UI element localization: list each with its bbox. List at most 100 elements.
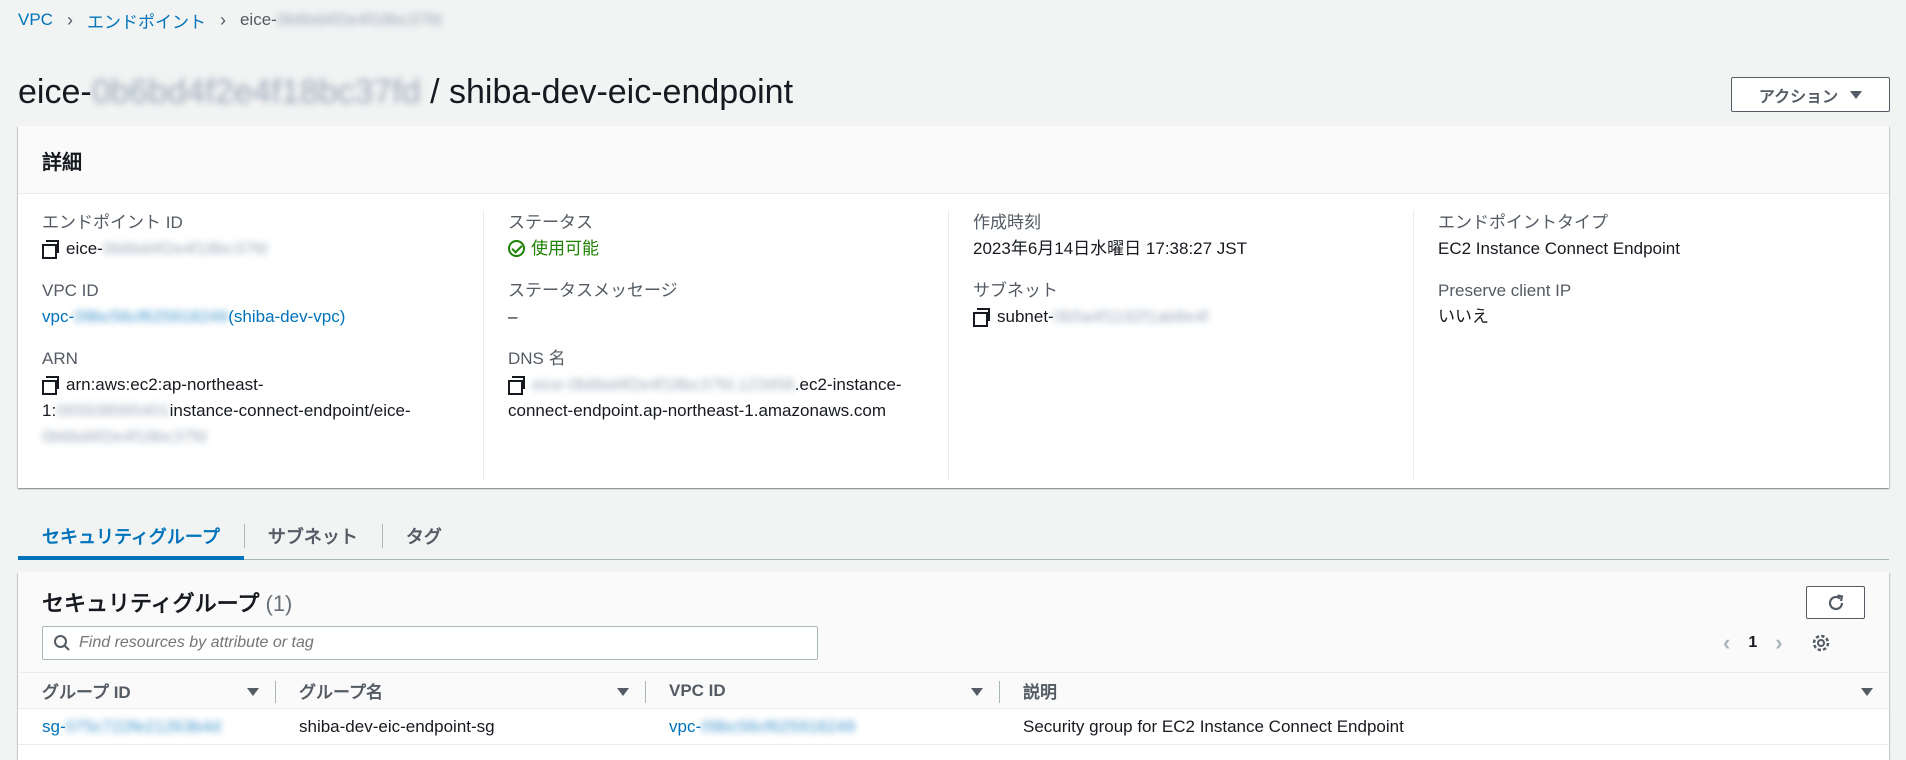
vpc-id-prefix[interactable]: vpc- [42, 307, 74, 326]
sort-icon[interactable] [247, 688, 259, 696]
breadcrumb-vpc-link[interactable]: VPC [18, 10, 53, 30]
endpoint-type-value: EC2 Instance Connect Endpoint [1438, 239, 1680, 258]
status-message-label: ステータスメッセージ [508, 281, 678, 300]
tabs: セキュリティグループ サブネット タグ [18, 512, 1889, 560]
status-value: 使用可能 [508, 236, 924, 262]
check-circle-icon [508, 240, 525, 257]
chevron-right-icon: › [219, 9, 226, 30]
refresh-icon [1828, 593, 1843, 610]
tab-subnets[interactable]: サブネット [243, 512, 382, 559]
refresh-button[interactable] [1806, 586, 1865, 619]
redacted-id: 0b6bd4f2e4f18bc37fd [91, 73, 421, 111]
vpc-name[interactable]: (shiba-dev-vpc) [228, 307, 345, 326]
sort-icon[interactable] [1861, 688, 1873, 696]
cell-group-id[interactable]: sg-075c722fe21263b4d [18, 708, 275, 745]
arn-part-1: arn:aws:ec2:ap-northeast- [66, 375, 264, 394]
endpoint-type-label: エンドポイントタイプ [1438, 213, 1608, 232]
group-id-prefix[interactable]: sg- [42, 717, 66, 736]
column-label: VPC ID [669, 680, 726, 700]
details-column-3: 作成時刻 2023年6月14日水曜日 17:38:27 JST サブネット su… [948, 210, 1413, 480]
tab-security-groups[interactable]: セキュリティグループ [18, 512, 244, 560]
endpoint-id-label: エンドポイント ID [42, 213, 183, 232]
endpoint-id-field: エンドポイント ID eice-0b6bd4f2e4f18bc37fd [42, 210, 459, 262]
page-title: eice-0b6bd4f2e4f18bc37fd / shiba-dev-eic… [18, 73, 793, 112]
title-prefix: eice- [18, 73, 92, 111]
redacted-id: 0b5a4f1192f1ab8e4f [1053, 307, 1209, 326]
table-header-row: グループ ID グループ名 VPC ID 説明 [18, 672, 1889, 709]
current-page[interactable]: 1 [1748, 634, 1757, 652]
security-groups-header: セキュリティグループ (1) ‹ 1 › [18, 572, 1889, 672]
details-header: 詳細 [18, 126, 1889, 194]
created-value: 2023年6月14日水曜日 17:38:27 JST [973, 239, 1248, 258]
redacted-id: 0b6bd4f2e4f18bc37fd [42, 427, 207, 446]
caret-down-icon [1850, 90, 1863, 99]
arn-part-2-prefix: 1: [42, 401, 57, 420]
status-text: 使用可能 [531, 239, 599, 258]
dns-suffix-1: .ec2-instance- [794, 375, 902, 394]
status-label: ステータス [508, 213, 593, 232]
endpoint-id-value: eice-0b6bd4f2e4f18bc37fd [42, 236, 459, 262]
copy-icon[interactable] [42, 240, 59, 259]
vpc-id-link[interactable]: vpc-09bc56cf625918249(shiba-dev-vpc) [42, 304, 459, 330]
arn-value: arn:aws:ec2:ap-northeast- 1:065938565401… [42, 372, 459, 450]
vpc-id-field: VPC ID vpc-09bc56cf625918249(shiba-dev-v… [42, 278, 459, 330]
column-label: 説明 [1023, 683, 1057, 702]
actions-dropdown-button[interactable]: アクション [1731, 77, 1890, 112]
copy-icon[interactable] [508, 376, 525, 395]
gear-icon[interactable] [1811, 633, 1831, 653]
breadcrumb-endpoints-link[interactable]: エンドポイント [87, 8, 206, 33]
cell-vpc-id[interactable]: vpc-09bc56cf625918249 [645, 708, 999, 745]
copy-icon[interactable] [973, 308, 990, 327]
preserve-ip-field: Preserve client IP いいえ [1438, 278, 1854, 330]
arn-label: ARN [42, 349, 78, 368]
details-columns: エンドポイント ID eice-0b6bd4f2e4f18bc37fd VPC … [18, 194, 1889, 480]
redacted-id[interactable]: 075c722fe21263b4d [66, 717, 221, 737]
previous-page-icon[interactable]: ‹ [1723, 630, 1730, 656]
details-column-1: エンドポイント ID eice-0b6bd4f2e4f18bc37fd VPC … [18, 210, 483, 480]
subnet-label: サブネット [973, 281, 1058, 300]
column-header-group-name[interactable]: グループ名 [275, 672, 645, 709]
details-column-2: ステータス 使用可能 ステータスメッセージ – DNS 名 eice-0b6bd… [483, 210, 948, 480]
redacted-id[interactable]: 09bc56cf625918249 [701, 717, 855, 737]
details-panel: 詳細 エンドポイント ID eice-0b6bd4f2e4f18bc37fd V… [18, 126, 1889, 488]
security-groups-table: グループ ID グループ名 VPC ID 説明 sg-075c722fe2126… [18, 672, 1889, 745]
vpc-id-prefix[interactable]: vpc- [669, 717, 701, 736]
preserve-ip-value: いいえ [1438, 307, 1489, 326]
security-groups-panel: セキュリティグループ (1) ‹ 1 › グループ ID グループ名 VPC I… [18, 572, 1889, 760]
subnet-prefix: subnet- [997, 307, 1054, 326]
created-label: 作成時刻 [973, 213, 1041, 232]
dns-label: DNS 名 [508, 349, 566, 368]
subnet-value: subnet-0b5a4f1192f1ab8e4f [973, 304, 1389, 330]
subnet-field: サブネット subnet-0b5a4f1192f1ab8e4f [973, 278, 1389, 330]
endpoint-type-field: エンドポイントタイプ EC2 Instance Connect Endpoint [1438, 210, 1854, 262]
dns-value: eice-0b6bd4f2e4f18bc37fd.123456.ec2-inst… [508, 372, 924, 424]
breadcrumb: VPC › エンドポイント › eice-0b6bd4f2e4f18bc37fd [18, 8, 441, 32]
column-header-description[interactable]: 説明 [999, 672, 1889, 709]
redacted-id[interactable]: 09bc56cf625918249 [74, 304, 228, 330]
redacted-id: 0b6bd4f2e4f18bc37fd [102, 239, 268, 258]
breadcrumb-current: eice-0b6bd4f2e4f18bc37fd [240, 10, 441, 30]
column-header-group-id[interactable]: グループ ID [18, 672, 275, 709]
sort-icon[interactable] [617, 688, 629, 696]
security-groups-title-text: セキュリティグループ [42, 591, 260, 616]
sort-icon[interactable] [971, 688, 983, 696]
tab-tags[interactable]: タグ [381, 512, 466, 559]
next-page-icon[interactable]: › [1775, 630, 1782, 656]
search-input[interactable] [79, 634, 779, 652]
column-label: グループ名 [299, 683, 383, 702]
security-groups-title: セキュリティグループ (1) [42, 586, 1865, 618]
preserve-ip-label: Preserve client IP [1438, 281, 1572, 300]
column-label: グループ ID [42, 683, 131, 702]
redacted-dns: eice-0b6bd4f2e4f18bc37fd.123456 [532, 375, 795, 394]
details-heading: 詳細 [42, 152, 82, 174]
chevron-right-icon: › [66, 9, 73, 30]
endpoint-id-prefix: eice- [66, 239, 103, 258]
dns-suffix-2: connect-endpoint.ap-northeast-1.amazonaw… [508, 401, 886, 420]
copy-icon[interactable] [42, 376, 59, 395]
table-row: sg-075c722fe21263b4d shiba-dev-eic-endpo… [18, 708, 1889, 745]
title-suffix: / shiba-dev-eic-endpoint [420, 73, 794, 111]
details-column-4: エンドポイントタイプ EC2 Instance Connect Endpoint… [1413, 210, 1878, 480]
column-header-vpc-id[interactable]: VPC ID [645, 672, 999, 709]
actions-label: アクション [1758, 88, 1839, 106]
cell-description: Security group for EC2 Instance Connect … [999, 708, 1889, 745]
